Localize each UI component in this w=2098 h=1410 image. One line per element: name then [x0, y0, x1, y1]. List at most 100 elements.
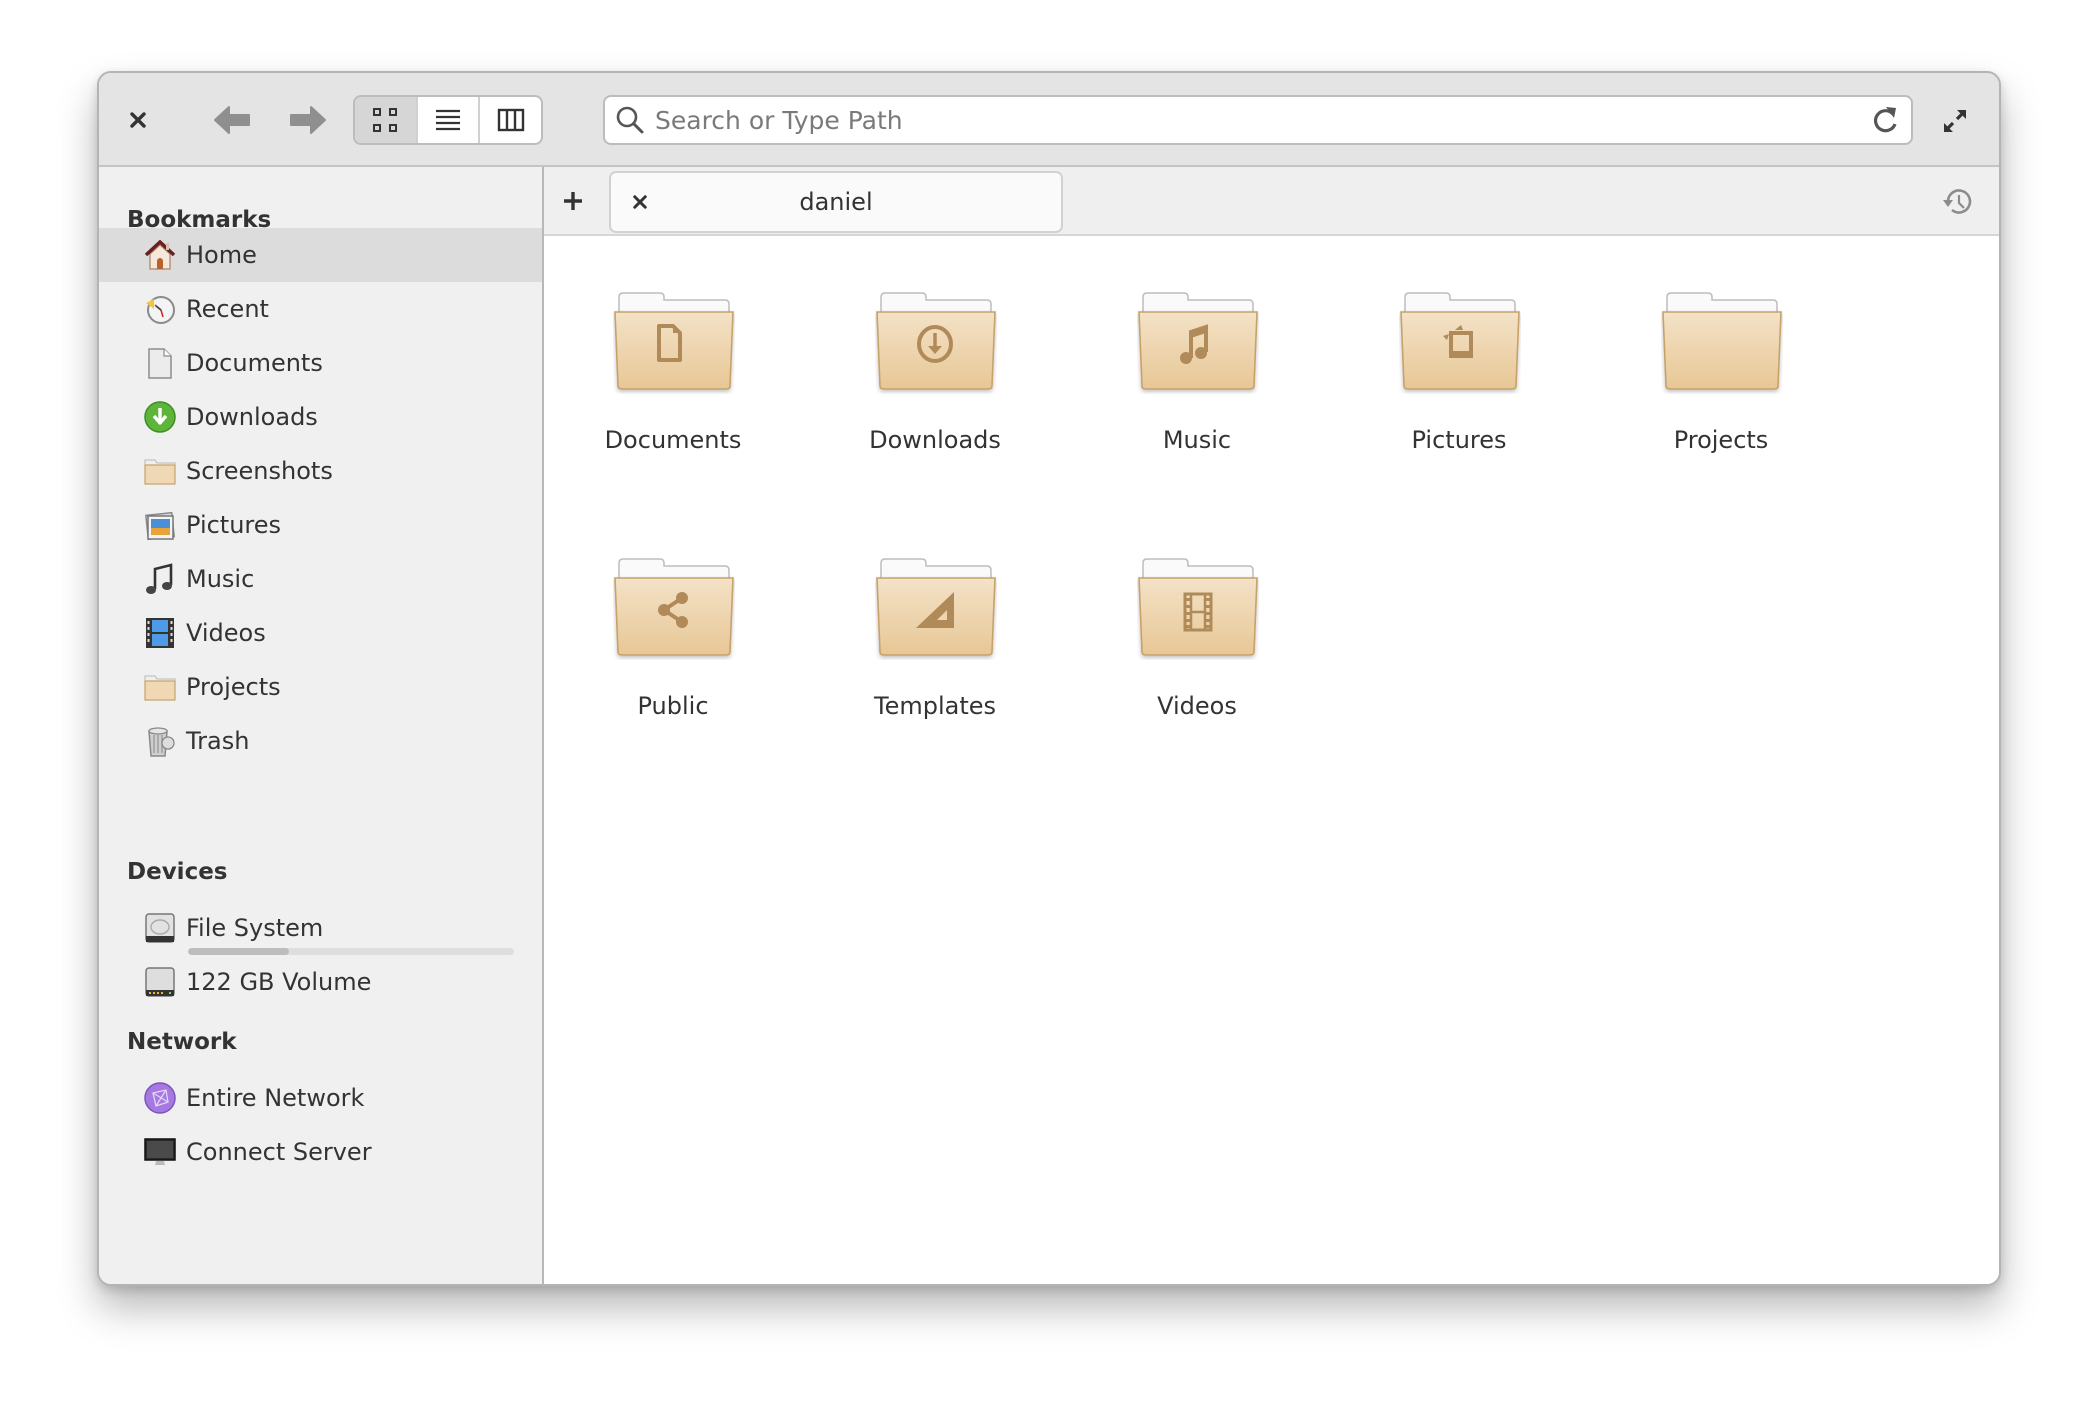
- folder-label: Documents: [604, 426, 742, 454]
- close-icon: [633, 195, 647, 209]
- sidebar-item-label: File System: [186, 914, 324, 942]
- folder-label: Projects: [1673, 426, 1769, 454]
- videos-icon: [143, 616, 177, 650]
- folder-icon: [1138, 292, 1258, 390]
- document-icon: [143, 346, 177, 380]
- arrow-right-icon: [290, 106, 326, 134]
- sidebar-item-music[interactable]: Music: [99, 552, 542, 606]
- sidebar-item-file-system[interactable]: File System: [99, 901, 542, 955]
- pictures-icon: [143, 508, 177, 542]
- sidebar-item-connect-server[interactable]: Connect Server: [99, 1125, 542, 1179]
- plus-icon: [564, 192, 582, 210]
- drive-icon: [143, 965, 177, 999]
- folder-item[interactable]: Pictures: [1349, 288, 1569, 488]
- reload-button[interactable]: [1865, 100, 1905, 140]
- back-button[interactable]: [211, 101, 253, 139]
- music-icon: [143, 562, 177, 596]
- sidebar-item-label: Connect Server: [186, 1138, 372, 1166]
- sidebar-item-label: Trash: [186, 727, 250, 755]
- recent-icon: [143, 292, 177, 326]
- forward-button[interactable]: [287, 101, 329, 139]
- grid-view-icon: [373, 108, 398, 132]
- sidebar-item-projects[interactable]: Projects: [99, 660, 542, 714]
- sidebar-item-home[interactable]: Home: [99, 228, 542, 282]
- folder-label: Music: [1162, 426, 1232, 454]
- sidebar-item-label: Music: [186, 565, 255, 593]
- hard-drive-icon: [143, 911, 177, 945]
- folder-icon: [614, 558, 734, 656]
- download-icon: [143, 400, 177, 434]
- network-icon: [143, 1081, 177, 1115]
- close-window-button[interactable]: [121, 103, 155, 137]
- section-title-network: Network: [127, 1029, 237, 1055]
- sidebar-item-label: Screenshots: [186, 457, 333, 485]
- disk-usage-bar: [188, 948, 514, 955]
- folder-icon: [876, 292, 996, 390]
- folder-icon: [143, 454, 177, 488]
- folder-item[interactable]: Videos: [1087, 554, 1307, 754]
- expand-icon: [1943, 109, 1967, 133]
- folder-item[interactable]: Public: [563, 554, 783, 754]
- search-input[interactable]: [645, 97, 1865, 143]
- list-view-icon: [436, 109, 460, 131]
- tab-bar: daniel: [544, 167, 1999, 236]
- sidebar-item-label: Entire Network: [186, 1084, 365, 1112]
- folder-icon: [1662, 292, 1782, 390]
- sidebar-item-label: Recent: [186, 295, 269, 323]
- folder-item[interactable]: Documents: [563, 288, 783, 488]
- folder-label: Templates: [873, 692, 996, 720]
- reload-icon: [1873, 107, 1897, 133]
- file-manager-window: Bookmarks Home Recent Documents Download…: [97, 71, 2001, 1286]
- folder-item[interactable]: Templates: [825, 554, 1045, 754]
- tab-label: daniel: [799, 188, 873, 216]
- sidebar-item-label: 122 GB Volume: [186, 968, 372, 996]
- close-tab-button[interactable]: [625, 187, 655, 217]
- sidebar-item-recent[interactable]: Recent: [99, 282, 542, 336]
- sidebar-item-downloads[interactable]: Downloads: [99, 390, 542, 444]
- new-tab-button[interactable]: [556, 184, 590, 218]
- folder-icon: [1400, 292, 1520, 390]
- home-icon: [143, 238, 177, 272]
- folder-label: Videos: [1157, 692, 1237, 720]
- folder-label: Public: [637, 692, 709, 720]
- folder-item[interactable]: Music: [1087, 288, 1307, 488]
- sidebar-item-entire-network[interactable]: Entire Network: [99, 1071, 542, 1125]
- folder-item[interactable]: Downloads: [825, 288, 1045, 488]
- closed-tabs-history-button[interactable]: [1939, 183, 1977, 221]
- server-icon: [143, 1135, 177, 1169]
- folder-icon: [876, 558, 996, 656]
- folder-item[interactable]: Projects: [1611, 288, 1831, 488]
- sidebar-item-label: Downloads: [186, 403, 318, 431]
- sidebar-item-screenshots[interactable]: Screenshots: [99, 444, 542, 498]
- section-title-devices: Devices: [127, 859, 228, 885]
- tab-daniel[interactable]: daniel: [609, 171, 1063, 233]
- folder-label: Downloads: [869, 426, 1001, 454]
- header-bar: [99, 73, 1999, 167]
- sidebar-item-label: Pictures: [186, 511, 282, 539]
- folder-icon: [1138, 558, 1258, 656]
- sidebar: Bookmarks Home Recent Documents Download…: [99, 167, 544, 1284]
- sidebar-item-videos[interactable]: Videos: [99, 606, 542, 660]
- sidebar-item-label: Home: [186, 241, 257, 269]
- folder-icon: [614, 292, 734, 390]
- fullscreen-button[interactable]: [1935, 101, 1975, 141]
- close-icon: [130, 112, 146, 128]
- sidebar-item-pictures[interactable]: Pictures: [99, 498, 542, 552]
- view-grid-button[interactable]: [355, 97, 416, 143]
- folder-label: Pictures: [1411, 426, 1507, 454]
- trash-icon: [143, 724, 177, 758]
- sidebar-item-trash[interactable]: Trash: [99, 714, 542, 768]
- search-icon: [616, 106, 644, 134]
- history-icon: [1943, 189, 1972, 214]
- file-grid: Documents Downloads Music Pictures Projects P…: [544, 236, 1999, 1284]
- view-mode-switcher: [353, 95, 543, 145]
- sidebar-item-label: Documents: [186, 349, 323, 377]
- sidebar-item-label: Videos: [186, 619, 266, 647]
- view-list-button[interactable]: [415, 97, 479, 143]
- sidebar-item-volume[interactable]: 122 GB Volume: [99, 955, 542, 1009]
- view-columns-button[interactable]: [478, 97, 541, 143]
- sidebar-item-label: Projects: [186, 673, 281, 701]
- sidebar-item-documents[interactable]: Documents: [99, 336, 542, 390]
- folder-icon: [143, 670, 177, 704]
- location-bar: [603, 95, 1913, 145]
